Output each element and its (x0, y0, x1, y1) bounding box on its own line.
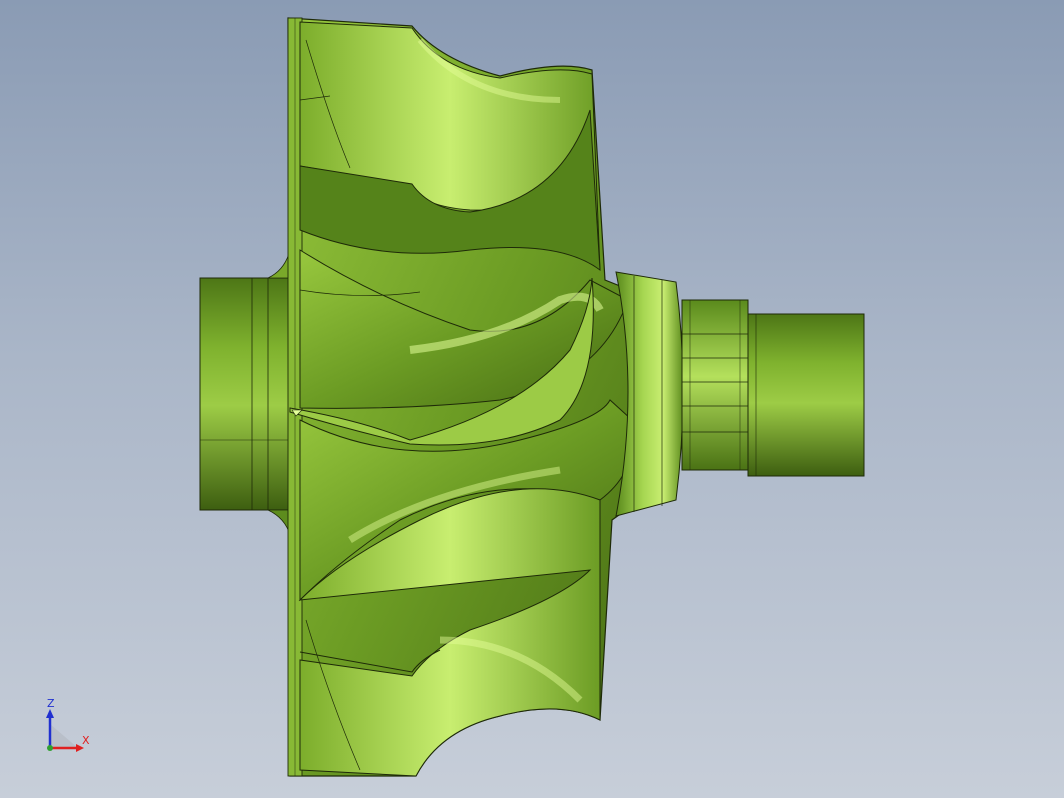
spline-shaft (681, 299, 749, 471)
x-axis-label: X (82, 734, 90, 747)
impeller-model[interactable] (0, 0, 1064, 798)
axis-triad: Z X (38, 696, 98, 756)
z-axis-label: Z (47, 697, 55, 710)
graphics-viewport[interactable]: Z X (0, 0, 1064, 798)
right-shaft (747, 313, 865, 477)
left-shaft (199, 249, 293, 536)
